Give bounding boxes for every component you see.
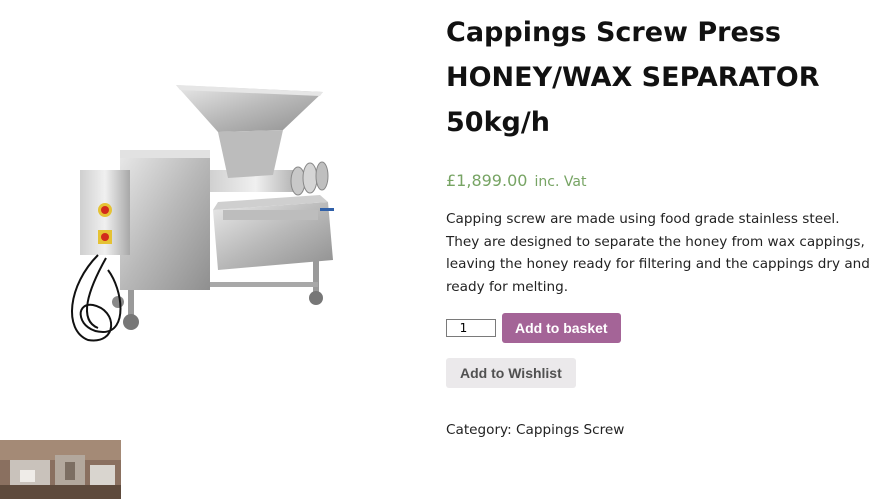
product-page: Cappings Screw Press HONEY/WAX SEPARATOR… bbox=[0, 0, 894, 499]
product-meta: Category: Cappings Screw bbox=[446, 422, 876, 438]
add-to-wishlist-button[interactable]: Add to Wishlist bbox=[446, 358, 576, 388]
product-title: Cappings Screw Press HONEY/WAX SEPARATOR… bbox=[446, 10, 876, 145]
category-link[interactable]: Cappings Screw bbox=[516, 422, 624, 438]
product-summary: Cappings Screw Press HONEY/WAX SEPARATOR… bbox=[446, 10, 876, 438]
price-amount: £1,899.00 bbox=[446, 171, 528, 190]
product-thumbnail-image[interactable] bbox=[0, 440, 121, 499]
product-main-image[interactable] bbox=[58, 70, 358, 360]
add-to-basket-button[interactable]: Add to basket bbox=[502, 313, 621, 343]
price-suffix: inc. Vat bbox=[534, 174, 587, 190]
product-title-line-1: Cappings Screw Press bbox=[446, 17, 781, 48]
product-title-line-2: HONEY/WAX SEPARATOR bbox=[446, 62, 820, 93]
add-to-cart-form: Add to basket bbox=[446, 313, 876, 343]
quantity-input[interactable] bbox=[446, 319, 496, 337]
product-price: £1,899.00 inc. Vat bbox=[446, 171, 876, 190]
product-gallery bbox=[0, 0, 420, 499]
category-label: Category: bbox=[446, 422, 512, 438]
product-title-line-3: 50kg/h bbox=[446, 107, 550, 138]
product-description: Capping screw are made using food grade … bbox=[446, 211, 870, 295]
